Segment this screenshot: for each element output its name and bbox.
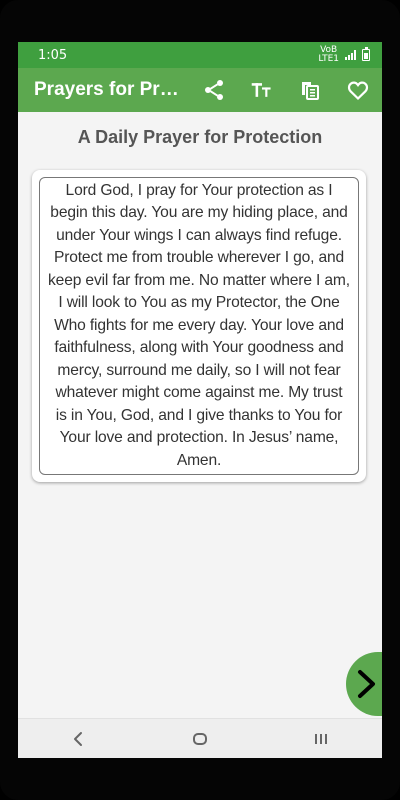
status-icons: VoB LTE1 <box>318 46 370 64</box>
share-button[interactable] <box>202 78 226 102</box>
prayer-content: A Daily Prayer for Protection Lord God, … <box>18 112 382 718</box>
back-icon <box>73 731 82 746</box>
copy-icon <box>302 82 319 100</box>
prayer-text: Lord God, I pray for Your protection as … <box>48 181 350 469</box>
app-title: Prayers for Protection <box>34 79 188 100</box>
heart-icon <box>347 81 369 101</box>
system-navigation-bar <box>18 718 382 758</box>
share-icon <box>205 80 223 100</box>
app-screen: 1:05 VoB LTE1 Prayers for Protection <box>18 42 382 758</box>
phone-frame: 1:05 VoB LTE1 Prayers for Protection <box>0 0 400 800</box>
toolbar-actions <box>202 68 370 112</box>
back-button[interactable] <box>59 724 99 754</box>
text-size-icon <box>251 83 271 97</box>
next-prayer-button[interactable] <box>346 652 382 716</box>
status-time: 1:05 <box>38 47 68 63</box>
battery-icon <box>362 47 370 61</box>
home-button[interactable] <box>180 724 220 754</box>
recents-button[interactable] <box>301 724 341 754</box>
text-size-button[interactable] <box>250 78 274 102</box>
favorite-button[interactable] <box>346 78 370 102</box>
home-icon <box>192 732 207 745</box>
network-label: VoB LTE1 <box>318 45 339 64</box>
prayer-text-frame: Lord God, I pray for Your protection as … <box>39 177 359 475</box>
prayer-heading: A Daily Prayer for Protection <box>77 127 323 147</box>
prayer-card: Lord God, I pray for Your protection as … <box>32 170 366 482</box>
recents-icon <box>315 733 328 744</box>
status-bar: 1:05 VoB LTE1 <box>18 42 382 68</box>
copy-button[interactable] <box>298 78 322 102</box>
signal-icon <box>345 50 356 60</box>
chevron-right-icon <box>358 670 375 698</box>
app-toolbar: Prayers for Protection <box>18 68 382 112</box>
